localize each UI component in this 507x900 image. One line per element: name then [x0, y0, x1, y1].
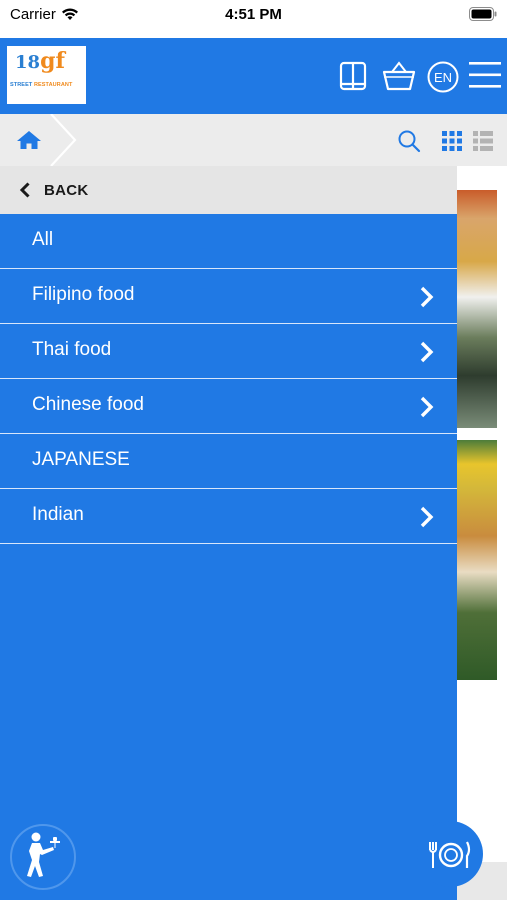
back-button[interactable]: BACK: [0, 166, 457, 214]
category-item-chinese-food[interactable]: Chinese food: [0, 379, 457, 434]
waiter-icon: [12, 826, 74, 893]
dish-icon: [427, 840, 473, 875]
category-label: Chinese food: [32, 394, 144, 415]
menu-icon[interactable]: [469, 60, 501, 95]
category-item-all[interactable]: All: [0, 214, 457, 269]
status-bar: Carrier 4:51 PM: [0, 0, 507, 38]
category-label: Thai food: [32, 339, 112, 360]
category-label: All: [32, 229, 54, 250]
chevron-right-icon: [419, 286, 435, 313]
search-icon[interactable]: [397, 129, 421, 158]
category-label: Filipino food: [32, 284, 135, 305]
grid-view-icon[interactable]: [442, 131, 462, 156]
logo-wordmark: STREET RESTAURANT: [10, 82, 73, 88]
breadcrumb-bar: [0, 113, 507, 167]
back-arrow-icon: [19, 182, 31, 203]
restaurant-logo[interactable]: 18gf STREET RESTAURANT: [7, 46, 86, 104]
chevron-right-icon: [419, 396, 435, 423]
home-icon[interactable]: [16, 129, 42, 156]
category-drawer: BACK All Filipino food Thai food Chinese…: [0, 166, 457, 900]
book-icon[interactable]: [338, 58, 368, 99]
chevron-right-icon: [419, 341, 435, 368]
list-view-icon[interactable]: [473, 131, 493, 156]
category-item-thai-food[interactable]: Thai food: [0, 324, 457, 379]
app-header: 18gf STREET RESTAURANT EN: [0, 38, 507, 114]
order-dish-button[interactable]: [417, 821, 483, 887]
category-item-indian[interactable]: Indian: [0, 489, 457, 544]
category-item-japanese[interactable]: JAPANESE: [0, 434, 457, 489]
battery-icon: [469, 7, 497, 26]
basket-icon[interactable]: [381, 58, 417, 99]
clock: 4:51 PM: [225, 6, 282, 23]
language-label: EN: [434, 70, 452, 85]
product-image[interactable]: [456, 190, 497, 428]
language-icon[interactable]: EN: [427, 61, 459, 98]
category-label: JAPANESE: [32, 449, 130, 470]
category-item-filipino-food[interactable]: Filipino food: [0, 269, 457, 324]
logo-mark: 18gf: [15, 48, 65, 74]
breadcrumb-separator: [50, 113, 78, 171]
product-image[interactable]: [456, 440, 497, 680]
category-label: Indian: [32, 504, 84, 525]
chevron-right-icon: [419, 506, 435, 533]
call-waiter-button[interactable]: [10, 824, 76, 890]
back-label: BACK: [44, 182, 89, 199]
